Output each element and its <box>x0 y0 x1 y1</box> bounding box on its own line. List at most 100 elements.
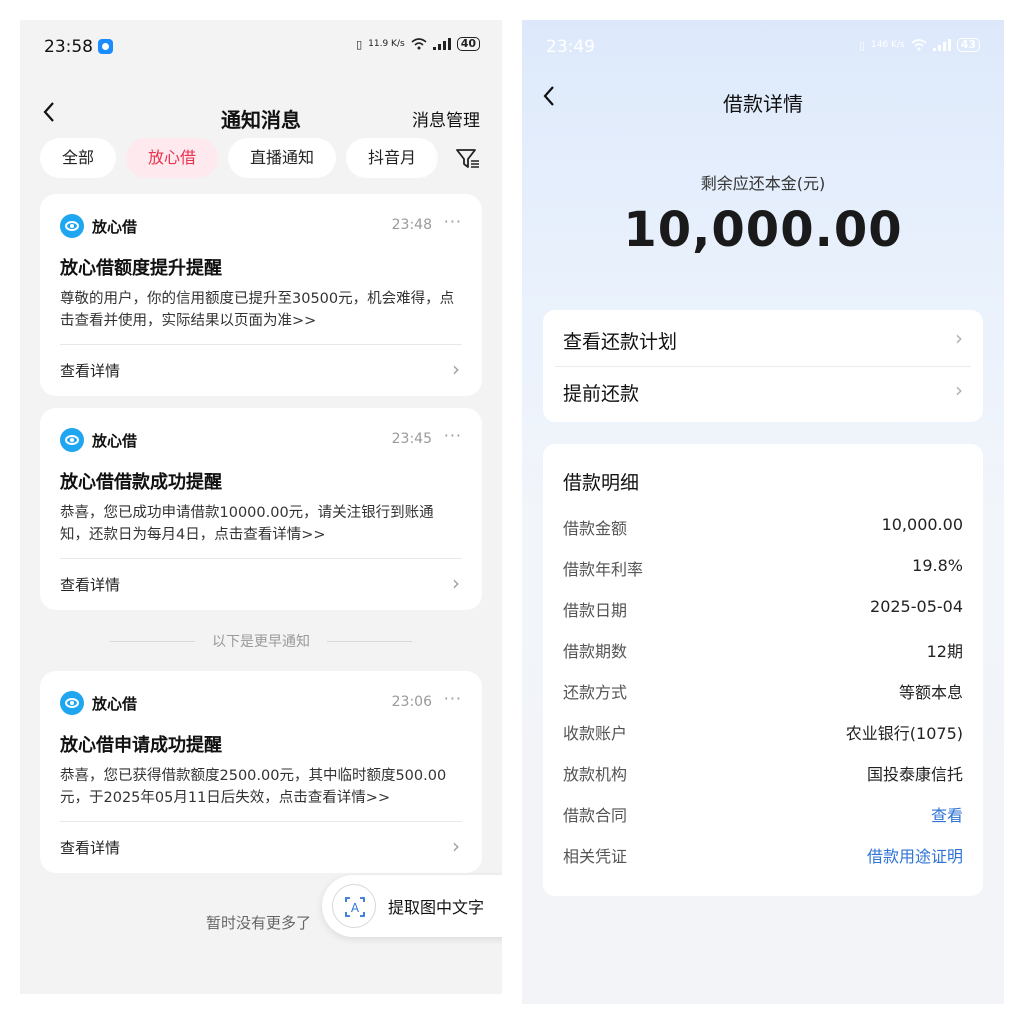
view-repayment-plan-row[interactable]: 查看还款计划 › <box>563 314 963 364</box>
card-title: 放心借借款成功提醒 <box>60 472 222 493</box>
view-details-link[interactable]: 查看详情 <box>60 360 120 381</box>
early-repayment-row[interactable]: 提前还款 › <box>563 366 963 416</box>
status-time: 23:49 <box>546 37 595 57</box>
chevron-right-icon: › <box>452 834 460 858</box>
screenshot-stage: 23:58 ▯ 11.9 K/s 40 通知消息 消息管理 全部 放心借 直播通… <box>0 0 1024 1024</box>
wifi-icon <box>911 39 927 51</box>
view-details-link[interactable]: 查看详情 <box>60 574 120 595</box>
card-header: 放心借 23:06 ··· <box>60 689 462 715</box>
detail-row: 借款合同 查看 <box>563 802 963 826</box>
divider-line <box>327 641 412 642</box>
chip-live[interactable]: 直播通知 <box>228 138 337 178</box>
net-speed: 11.9 K/s <box>368 38 405 49</box>
battery-icon: 40 <box>456 37 480 51</box>
filter-button[interactable] <box>432 138 502 180</box>
earlier-divider: 以下是更早通知 <box>110 631 412 653</box>
detail-key: 借款年利率 <box>563 560 644 579</box>
chip-douyin[interactable]: 抖音月 <box>346 138 439 178</box>
card-app-name: 放心借 <box>92 218 138 236</box>
remaining-principal-label: 剩余应还本金(元) <box>700 174 826 193</box>
card-header: 放心借 23:48 ··· <box>60 212 462 238</box>
detail-key: 还款方式 <box>563 683 628 702</box>
status-time: 23:58 <box>44 37 93 57</box>
detail-value: 19.8% <box>912 556 963 575</box>
card-body: 恭喜，您已成功申请借款10000.00元，请关注银行到账通知，还款日为每月4日，… <box>60 505 434 543</box>
loan-details-card: 借款明细 借款金额 10,000.00 借款年利率 19.8% 借款日期 202… <box>543 444 983 896</box>
detail-row: 借款金额 10,000.00 <box>563 515 963 539</box>
view-contract-link[interactable]: 查看 <box>931 802 963 826</box>
ocr-scan-icon: A <box>332 884 376 928</box>
more-icon[interactable]: ··· <box>444 689 462 708</box>
wifi-icon <box>411 38 427 50</box>
detail-value: 等额本息 <box>898 683 963 702</box>
card-app-name: 放心借 <box>92 432 138 450</box>
detail-row: 还款方式 等额本息 <box>563 679 963 703</box>
vibrate-icon: ▯ <box>356 37 363 51</box>
detail-key: 收款账户 <box>563 724 628 743</box>
row-label: 查看还款计划 <box>563 331 678 353</box>
detail-value: 国投泰康信托 <box>866 765 963 784</box>
card-body: 恭喜，您已获得借款额度2500.00元，其中临时额度500.00元，于2025年… <box>60 768 447 806</box>
notification-card[interactable]: 放心借 23:45 ··· 放心借借款成功提醒 恭喜，您已成功申请借款10000… <box>40 408 482 610</box>
divider <box>60 821 462 822</box>
detail-key: 相关凭证 <box>563 847 628 866</box>
more-icon[interactable]: ··· <box>444 426 462 445</box>
signal-icon <box>932 39 951 51</box>
svg-text:A: A <box>351 901 360 915</box>
chevron-right-icon: › <box>452 571 460 595</box>
status-bar: 23:58 ▯ 11.9 K/s 40 <box>20 20 502 72</box>
detail-key: 借款金额 <box>563 519 628 538</box>
detail-row: 借款年利率 19.8% <box>563 556 963 580</box>
detail-value: 12期 <box>926 642 963 661</box>
card-app-name: 放心借 <box>92 695 138 713</box>
app-logo-icon <box>60 214 84 238</box>
signal-icon <box>432 38 451 50</box>
detail-row: 借款期数 12期 <box>563 638 963 662</box>
notification-card[interactable]: 放心借 23:48 ··· 放心借额度提升提醒 尊敬的用户，你的信用额度已提升至… <box>40 194 482 396</box>
card-time: 23:48 <box>391 217 432 233</box>
filter-icon <box>456 149 479 168</box>
net-speed: 146 K/s <box>871 39 905 50</box>
loan-detail-screen: 23:49 ▯ 146 K/s 43 借款详情 剩余应还本金(元) 10,000… <box>522 20 1004 1004</box>
detail-row: 借款日期 2025-05-04 <box>563 597 963 621</box>
loan-purpose-proof-link[interactable]: 借款用途证明 <box>867 843 963 867</box>
app-logo-icon <box>60 691 84 715</box>
view-details-link[interactable]: 查看详情 <box>60 837 120 858</box>
row-label: 提前还款 <box>563 383 640 405</box>
status-icons: ▯ 146 K/s 43 <box>859 38 980 52</box>
card-body: 尊敬的用户，你的信用额度已提升至30500元，机会难得，点击查看并使用，实际结果… <box>60 291 455 329</box>
detail-key: 借款合同 <box>563 806 628 825</box>
remaining-principal-amount: 10,000.00 <box>623 202 903 258</box>
chip-fangxinjie[interactable]: 放心借 <box>126 138 219 178</box>
notification-card[interactable]: 放心借 23:06 ··· 放心借申请成功提醒 恭喜，您已获得借款额度2500.… <box>40 671 482 873</box>
detail-key: 借款期数 <box>563 642 628 661</box>
chevron-right-icon: › <box>955 326 963 350</box>
status-icons: ▯ 11.9 K/s 40 <box>356 37 480 51</box>
chevron-right-icon: › <box>955 378 963 402</box>
detail-key: 借款日期 <box>563 601 628 620</box>
detail-value: 10,000.00 <box>881 515 963 534</box>
divider <box>60 344 462 345</box>
message-manage-button[interactable]: 消息管理 <box>412 106 480 131</box>
vibrate-icon: ▯ <box>858 38 866 52</box>
page-title: 借款详情 <box>723 92 803 116</box>
top-nav: 通知消息 消息管理 <box>20 92 502 142</box>
detail-row: 放款机构 国投泰康信托 <box>563 761 963 785</box>
detail-value: 农业银行(1075) <box>845 724 963 743</box>
card-header: 放心借 23:45 ··· <box>60 426 462 452</box>
detail-row: 收款账户 农业银行(1075) <box>563 720 963 744</box>
extract-text-button[interactable]: A 提取图中文字 <box>322 875 502 937</box>
card-time: 23:45 <box>391 431 432 447</box>
loan-details-title: 借款明细 <box>563 472 640 494</box>
detail-value: 2025-05-04 <box>870 597 963 616</box>
detail-row: 相关凭证 借款用途证明 <box>563 843 963 867</box>
chip-all[interactable]: 全部 <box>40 138 117 178</box>
card-title: 放心借申请成功提醒 <box>60 735 222 756</box>
battery-icon: 43 <box>956 38 980 52</box>
card-title: 放心借额度提升提醒 <box>60 258 222 279</box>
divider <box>60 558 462 559</box>
more-icon[interactable]: ··· <box>444 212 462 231</box>
notifications-screen: 23:58 ▯ 11.9 K/s 40 通知消息 消息管理 全部 放心借 直播通… <box>20 20 502 994</box>
no-more-text: 暂时没有更多了 <box>206 914 312 932</box>
extract-text-label: 提取图中文字 <box>388 898 485 917</box>
